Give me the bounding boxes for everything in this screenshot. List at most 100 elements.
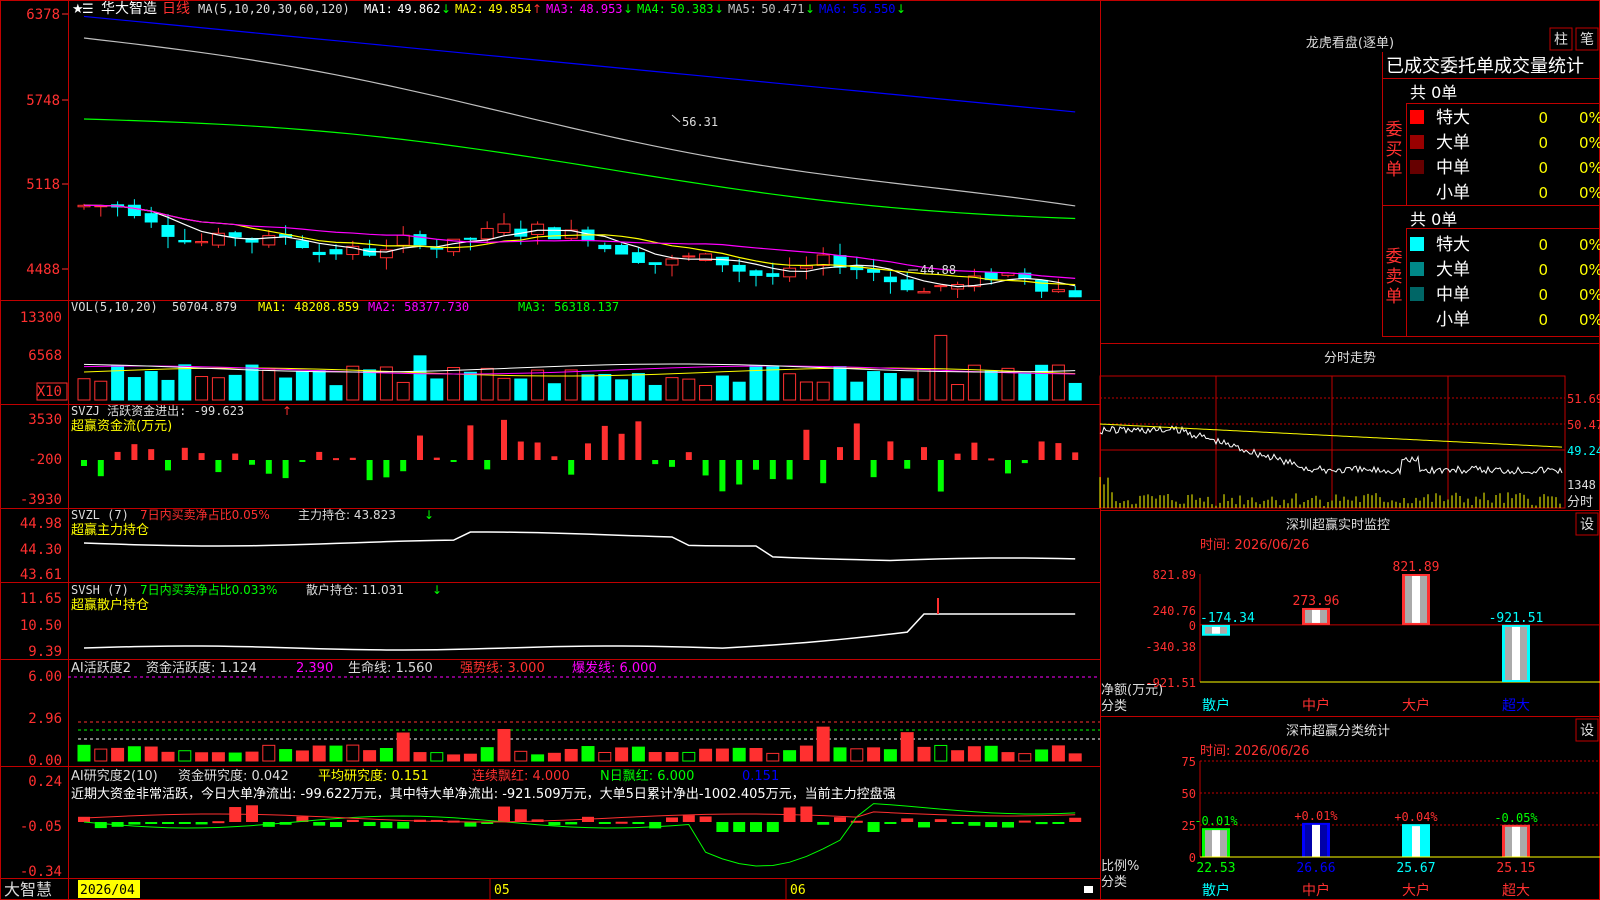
svzj-bar [131, 444, 138, 460]
volume-bar [178, 364, 192, 401]
volume-bar [94, 380, 108, 401]
stats-bar [1502, 824, 1530, 857]
volume-bar [531, 369, 545, 401]
svzj-bar [282, 460, 289, 479]
svzj-bar [853, 423, 860, 460]
ai1-bar [1068, 753, 1082, 762]
ai2-bar [985, 822, 998, 828]
sz-tick-label: 0 [1189, 619, 1196, 633]
candle-body [900, 279, 914, 291]
candle-body [430, 247, 444, 250]
volume-bar [598, 373, 612, 401]
candle-body [715, 256, 729, 266]
svzj-bar [467, 425, 474, 460]
sz-tick-label: 821.89 [1153, 568, 1196, 582]
candle-body [799, 265, 813, 269]
sz-stats-time: 时间: 2026/06/26 [1200, 744, 1309, 759]
candle-body [195, 241, 209, 244]
sell-row-pct: 0% [1579, 261, 1600, 279]
ai1-bar [917, 746, 931, 762]
sz-bar [1502, 624, 1530, 682]
buy-side-char: 单 [1386, 160, 1403, 180]
sz-tick-label: -340.38 [1145, 640, 1196, 654]
ma-label: MA3: [546, 2, 575, 16]
svzj-bar [501, 419, 507, 460]
ai1-bar [615, 747, 629, 762]
sz-bar-highlight [1312, 609, 1320, 623]
ai2-bar [766, 822, 779, 832]
ai2-bar [246, 805, 258, 822]
sell-row-pct: 0% [1579, 286, 1600, 304]
svzl-tick-label: 43.61 [20, 567, 62, 583]
volume-bar [514, 378, 528, 401]
volume-bar [312, 370, 326, 401]
ai1-bar [178, 750, 192, 762]
stats-change-label: -0.05% [1494, 811, 1538, 825]
sell-row-name: 中单 [1436, 285, 1470, 305]
buy-row-pct: 0% [1579, 109, 1600, 127]
ma-line [83, 118, 1076, 220]
sz-value-label: -174.34 [1200, 611, 1255, 626]
ai2-bar [934, 819, 947, 822]
ai1-bar [850, 748, 864, 762]
candle-body [648, 262, 662, 265]
sell-row-pct: 0% [1579, 311, 1600, 329]
ma-line [83, 15, 1076, 113]
volume-bar [161, 379, 175, 401]
volume-bar [346, 365, 360, 401]
svzj-bar [904, 460, 911, 469]
ai1-bar [699, 748, 713, 762]
svzl-subtitle: 超赢主力持仓 [71, 522, 149, 538]
svzj-arrow: ↑ [282, 404, 292, 418]
ai1-bar [379, 748, 393, 762]
ai2-bar [313, 822, 326, 826]
sz-value-label: 273.96 [1293, 594, 1340, 609]
date-label: 05 [494, 883, 510, 898]
ai1-bar [581, 746, 595, 762]
ai1-bar [715, 748, 729, 762]
high-annotation: 56.31 [682, 115, 718, 129]
sz-xlabel: 分类 [1101, 699, 1127, 714]
ai1-bar [1001, 752, 1015, 762]
volume-bar [699, 384, 713, 401]
candle-body [766, 273, 780, 277]
stock-chart-canvas[interactable]: 6378574851184488★☰ 华大智造 日线 MA(5,10,20,30,60… [0, 0, 1600, 900]
volume-bar [783, 373, 797, 401]
intraday-tick-label: 49.24 [1567, 444, 1600, 458]
candle-body [883, 276, 897, 283]
ai1-bar [951, 750, 965, 762]
svzj-bar [803, 429, 810, 460]
candle-body [749, 270, 763, 276]
svzj-bar [652, 460, 659, 465]
svzj-bar [249, 460, 255, 465]
stats-bar-highlight [1312, 824, 1320, 857]
ai2-bar [1018, 820, 1031, 823]
low-annotation: 44.88 [920, 263, 956, 277]
ai1-bar [161, 751, 175, 762]
sell-row-pct: 0% [1579, 236, 1600, 254]
ai1-bar [564, 748, 578, 762]
svzl-tick-label: 44.98 [20, 516, 62, 532]
sell-side-char: 委 [1386, 247, 1403, 267]
volume-bar [144, 371, 158, 401]
intraday-unit: 分时 [1567, 495, 1593, 510]
vol-tick-label: 13300 [20, 310, 62, 326]
logo: 大智慧 [4, 880, 52, 899]
vol-ma3: MA3: 56318.137 [518, 300, 619, 314]
ai1-bar [1051, 745, 1065, 762]
candle-body [295, 240, 309, 249]
candle-body [547, 227, 561, 240]
candle-body [531, 223, 545, 235]
svsh-tick-label: 11.65 [20, 591, 62, 607]
svzj-bar [1005, 460, 1011, 474]
ma-line [83, 37, 1076, 207]
candle-body [497, 223, 511, 234]
svzj-bar [601, 425, 608, 460]
svzj-bar [702, 460, 709, 476]
svzj-bar [837, 447, 843, 460]
candle-body [1068, 290, 1082, 298]
candle-body [396, 234, 410, 246]
buy-row-pct: 0% [1579, 159, 1600, 177]
ai2-research: 资金研究度: 0.042 [178, 768, 289, 784]
ai1-bar [480, 747, 494, 762]
